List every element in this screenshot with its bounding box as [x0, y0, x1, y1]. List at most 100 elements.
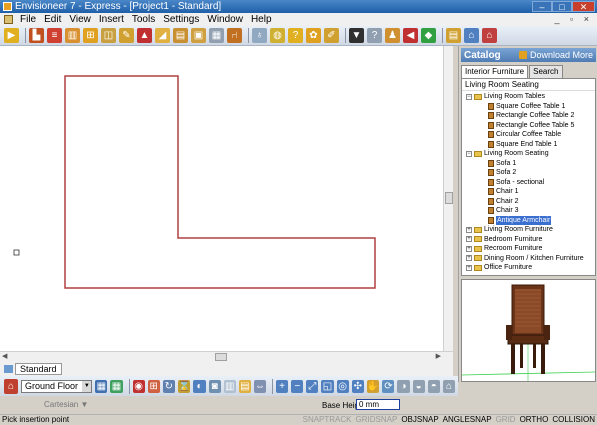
- picture-icon[interactable]: ▦: [209, 28, 224, 43]
- house-settings-icon[interactable]: ⌂: [482, 28, 497, 43]
- wall-tool-icon[interactable]: ▙: [29, 28, 44, 43]
- vertical-scroll-thumb[interactable]: [445, 192, 453, 204]
- horizontal-scrollbar[interactable]: ◀ ▶: [0, 351, 453, 362]
- appliance-icon[interactable]: ▣: [191, 28, 206, 43]
- scroll-left-icon[interactable]: ◀: [2, 352, 7, 360]
- walk-icon[interactable]: ◒: [412, 379, 425, 393]
- tree-folder[interactable]: + Bedroom Furniture: [462, 235, 595, 245]
- document-icon[interactable]: [4, 15, 13, 24]
- walkthrough-icon[interactable]: ⌛: [177, 379, 191, 393]
- download-icon[interactable]: [518, 51, 527, 59]
- zoom-selection-icon[interactable]: ◎: [336, 379, 349, 393]
- cabinet-icon[interactable]: ▤: [173, 28, 188, 43]
- plant-icon[interactable]: ✿: [306, 28, 321, 43]
- collapse-icon[interactable]: −: [466, 150, 472, 157]
- door-tool-icon[interactable]: ◫: [101, 28, 116, 43]
- floor-display-icon[interactable]: ▤: [238, 379, 251, 393]
- tree-folder[interactable]: + Living Room Furniture: [462, 225, 595, 235]
- tree-folder[interactable]: + Office Furniture: [462, 263, 595, 273]
- menu-help[interactable]: Help: [248, 14, 277, 25]
- tree-item[interactable]: Square End Table 1: [462, 140, 595, 150]
- fly-icon[interactable]: ◓: [427, 379, 440, 393]
- tree-folder[interactable]: + Recroom Furniture: [462, 244, 595, 254]
- graduation-cap-icon[interactable]: ▼: [349, 28, 364, 43]
- close-button[interactable]: ✕: [572, 1, 595, 12]
- menu-file[interactable]: File: [17, 14, 41, 25]
- pan-icon[interactable]: ✣: [351, 379, 364, 393]
- 2d-view-icon[interactable]: ▦: [95, 379, 108, 393]
- column-icon[interactable]: ▥: [65, 28, 80, 43]
- room-outline[interactable]: [64, 75, 376, 289]
- pen-icon[interactable]: ✎: [119, 28, 134, 43]
- minimize-button[interactable]: –: [532, 1, 552, 12]
- expand-icon[interactable]: +: [466, 264, 472, 271]
- coordinate-mode-dropdown[interactable]: Cartesian ▼: [44, 400, 88, 409]
- lamp-icon[interactable]: ♁: [252, 28, 267, 43]
- home-icon[interactable]: ⌂: [464, 28, 479, 43]
- status-flag-snaptrack[interactable]: SNAPTRACK: [303, 415, 352, 425]
- horizontal-scroll-thumb[interactable]: [215, 353, 227, 361]
- view-angle-icon[interactable]: ⇔: [253, 379, 267, 393]
- tree-item[interactable]: Sofa 1: [462, 159, 595, 169]
- floor-selector[interactable]: Ground Floor ▼: [21, 379, 93, 393]
- base-height-input[interactable]: 0 mm: [356, 399, 400, 410]
- menu-insert[interactable]: Insert: [96, 14, 129, 25]
- tree-item[interactable]: Chair 3: [462, 206, 595, 216]
- look-icon[interactable]: ◑: [397, 379, 410, 393]
- menu-settings[interactable]: Settings: [160, 14, 204, 25]
- status-flag-ortho[interactable]: ORTHO: [520, 415, 549, 425]
- maximize-button[interactable]: □: [552, 1, 572, 12]
- help-arrow-icon[interactable]: ?: [367, 28, 382, 43]
- rotate-icon[interactable]: ↻: [162, 379, 175, 393]
- drawing-area[interactable]: [0, 46, 453, 351]
- grid-icon[interactable]: ⊞: [147, 379, 160, 393]
- tree-item[interactable]: Rectangle Coffee Table 2: [462, 111, 595, 121]
- tree-item[interactable]: Chair 2: [462, 197, 595, 207]
- render-icon[interactable]: ◉: [132, 379, 145, 393]
- tab-standard[interactable]: Standard: [15, 363, 62, 375]
- floor-plan-canvas[interactable]: [0, 46, 443, 351]
- hand-icon[interactable]: ✋: [366, 379, 380, 393]
- tree-item[interactable]: Rectangle Coffee Table 5: [462, 121, 595, 131]
- zoom-out-icon[interactable]: −: [291, 379, 304, 393]
- tree-item[interactable]: Sofa 2: [462, 168, 595, 178]
- zoom-in-icon[interactable]: +: [276, 379, 289, 393]
- status-flag-grid[interactable]: GRID: [496, 415, 516, 425]
- tree-item[interactable]: Sofa - sectional: [462, 178, 595, 188]
- mdi-controls[interactable]: _ ▫ ×: [555, 14, 593, 24]
- tree-folder[interactable]: + Dining Room / Kitchen Furniture: [462, 254, 595, 264]
- tree-item[interactable]: Chair 1: [462, 187, 595, 197]
- roof-icon[interactable]: ▲: [137, 28, 152, 43]
- annotation-icon[interactable]: ✐: [324, 28, 339, 43]
- layers-icon[interactable]: ▤: [446, 28, 461, 43]
- chair-icon[interactable]: ⑁: [227, 28, 242, 43]
- material-icon[interactable]: ◐: [193, 379, 206, 393]
- help-icon[interactable]: ?: [288, 28, 303, 43]
- wall-display-icon[interactable]: ▥: [223, 379, 236, 393]
- plumbing-icon[interactable]: ◍: [270, 28, 285, 43]
- tree-folder[interactable]: − Living Room Tables: [462, 92, 595, 102]
- tree-item[interactable]: Square Coffee Table 1: [462, 102, 595, 112]
- stairs-icon[interactable]: ≡: [47, 28, 62, 43]
- home-view-icon[interactable]: ⌂: [442, 379, 456, 393]
- menu-window[interactable]: Window: [204, 14, 248, 25]
- camera-icon[interactable]: ◙: [208, 379, 221, 393]
- select-arrow-icon[interactable]: ▶: [4, 28, 19, 43]
- landscape-icon[interactable]: ◆: [421, 28, 436, 43]
- status-flag-collision[interactable]: COLLISION: [552, 415, 595, 425]
- menu-tools[interactable]: Tools: [129, 14, 160, 25]
- status-flag-gridsnap[interactable]: GRIDSNAP: [356, 415, 398, 425]
- orbit-icon[interactable]: ⟳: [382, 379, 395, 393]
- status-flag-objsnap[interactable]: OBJSNAP: [401, 415, 438, 425]
- people-icon[interactable]: ♟: [385, 28, 400, 43]
- zoom-extents-icon[interactable]: ⤢: [306, 379, 319, 393]
- 3d-view-icon[interactable]: ▦: [110, 379, 123, 393]
- tab-interior-furniture[interactable]: Interior Furniture: [461, 65, 529, 78]
- zoom-window-icon[interactable]: ◱: [321, 379, 334, 393]
- tree-folder[interactable]: − Living Room Seating: [462, 149, 595, 159]
- chevron-down-icon[interactable]: ▼: [82, 380, 92, 392]
- expand-icon[interactable]: +: [466, 236, 472, 243]
- menu-view[interactable]: View: [66, 14, 96, 25]
- status-flag-anglesnap[interactable]: ANGLESNAP: [443, 415, 492, 425]
- scroll-right-icon[interactable]: ▶: [436, 352, 441, 360]
